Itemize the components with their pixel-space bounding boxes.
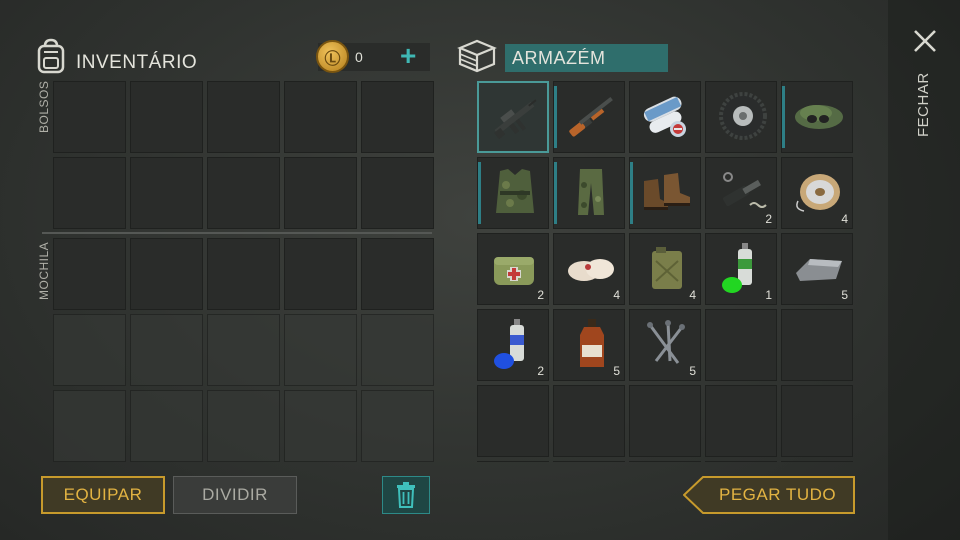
equippable-marker [782, 86, 785, 148]
backpack-slot-locked [207, 390, 280, 462]
item-count: 5 [689, 364, 696, 378]
storage-empty-slot[interactable] [705, 385, 777, 457]
storage-item-slot[interactable] [477, 157, 549, 229]
split-button[interactable]: DIVIDIR [173, 476, 297, 514]
item-count: 4 [841, 212, 848, 226]
storage-item-slot[interactable]: 5 [781, 233, 853, 305]
item-count: 1 [765, 288, 772, 302]
pocket-slot[interactable] [284, 81, 357, 153]
backpack-slot-locked [361, 314, 434, 386]
storage-item-slot[interactable]: 2 [477, 309, 549, 381]
storage-item-slot[interactable] [705, 81, 777, 153]
backpack-slot[interactable] [53, 238, 126, 310]
equippable-marker [554, 86, 557, 148]
storage-grid: 2 4 2 4 4 1 5 2 5 5 [477, 81, 857, 462]
backpack-slot-locked [130, 314, 203, 386]
add-coins-button[interactable]: + [400, 42, 416, 70]
backpack-slot-locked [130, 390, 203, 462]
pocket-slot[interactable] [53, 81, 126, 153]
backpack-slot-locked [284, 390, 357, 462]
storage-item-slot[interactable] [629, 81, 701, 153]
storage-item-slot[interactable]: 2 [477, 233, 549, 305]
storage-title-bar: ARMAZÉM [505, 44, 668, 72]
pocket-slot[interactable] [361, 81, 434, 153]
backpack-slot[interactable] [207, 238, 280, 310]
storage-item-slot[interactable] [477, 81, 549, 153]
item-count: 4 [613, 288, 620, 302]
item-count: 5 [841, 288, 848, 302]
item-count: 2 [765, 212, 772, 226]
pockets-grid [53, 81, 434, 229]
pocket-slot[interactable] [284, 157, 357, 229]
take-all-label: PEGAR TUDO [719, 485, 837, 504]
backpack-icon [34, 38, 68, 74]
storage-empty-slot[interactable] [781, 309, 853, 381]
pocket-slot[interactable] [361, 157, 434, 229]
equippable-marker [478, 162, 481, 224]
section-divider [42, 232, 432, 234]
backpack-slot-locked [207, 314, 280, 386]
storage-empty-slot[interactable] [477, 385, 549, 457]
trash-icon [397, 482, 415, 508]
backpack-slot[interactable] [284, 238, 357, 310]
coin-icon: Ⓛ [316, 40, 349, 73]
equip-button[interactable]: EQUIPAR [41, 476, 165, 514]
storage-empty-slot[interactable] [553, 385, 625, 457]
storage-item-slot[interactable]: 4 [781, 157, 853, 229]
storage-scroll-area[interactable]: 2 4 2 4 4 1 5 2 5 5 [477, 81, 857, 462]
take-all-button[interactable]: PEGAR TUDO [683, 476, 855, 514]
storage-item-slot[interactable]: 5 [553, 309, 625, 381]
storage-empty-slot[interactable] [705, 461, 777, 462]
backpack-grid [53, 238, 434, 462]
backpack-label: MOCHILA [37, 241, 51, 300]
equippable-marker [554, 162, 557, 224]
backpack-slot-locked [53, 390, 126, 462]
coin-counter: Ⓛ 0 + [316, 40, 430, 73]
storage-empty-slot[interactable] [553, 461, 625, 462]
storage-item-slot[interactable]: 4 [629, 233, 701, 305]
storage-empty-slot[interactable] [781, 461, 853, 462]
storage-item-slot[interactable]: 1 [705, 233, 777, 305]
storage-item-slot[interactable] [781, 81, 853, 153]
item-count: 4 [689, 288, 696, 302]
backpack-slot-locked [284, 314, 357, 386]
trash-button[interactable] [382, 476, 430, 514]
coin-amount: 0 [355, 49, 363, 65]
close-icon[interactable] [912, 28, 938, 54]
storage-item-slot[interactable] [553, 157, 625, 229]
storage-empty-slot[interactable] [629, 461, 701, 462]
backpack-slot[interactable] [361, 238, 434, 310]
close-button[interactable]: FECHAR [915, 72, 932, 137]
equippable-marker [630, 162, 633, 224]
item-count: 5 [613, 364, 620, 378]
storage-box-icon [457, 38, 497, 74]
storage-empty-slot[interactable] [705, 309, 777, 381]
pocket-slot[interactable] [207, 81, 280, 153]
backpack-slot-locked [53, 314, 126, 386]
pocket-slot[interactable] [130, 81, 203, 153]
item-count: 2 [537, 364, 544, 378]
pockets-label: BOLSOS [37, 80, 51, 133]
item-count: 2 [537, 288, 544, 302]
storage-item-slot[interactable]: 5 [629, 309, 701, 381]
storage-item-slot[interactable] [629, 157, 701, 229]
storage-title: ARMAZÉM [512, 48, 606, 68]
storage-empty-slot[interactable] [477, 461, 549, 462]
storage-empty-slot[interactable] [629, 385, 701, 457]
storage-empty-slot[interactable] [781, 385, 853, 457]
storage-item-slot[interactable]: 2 [705, 157, 777, 229]
pocket-slot[interactable] [207, 157, 280, 229]
pocket-slot[interactable] [130, 157, 203, 229]
pocket-slot[interactable] [53, 157, 126, 229]
backpack-slot[interactable] [130, 238, 203, 310]
backpack-slot-locked [361, 390, 434, 462]
inventory-title: INVENTÁRIO [76, 52, 198, 73]
storage-item-slot[interactable]: 4 [553, 233, 625, 305]
storage-item-slot[interactable] [553, 81, 625, 153]
